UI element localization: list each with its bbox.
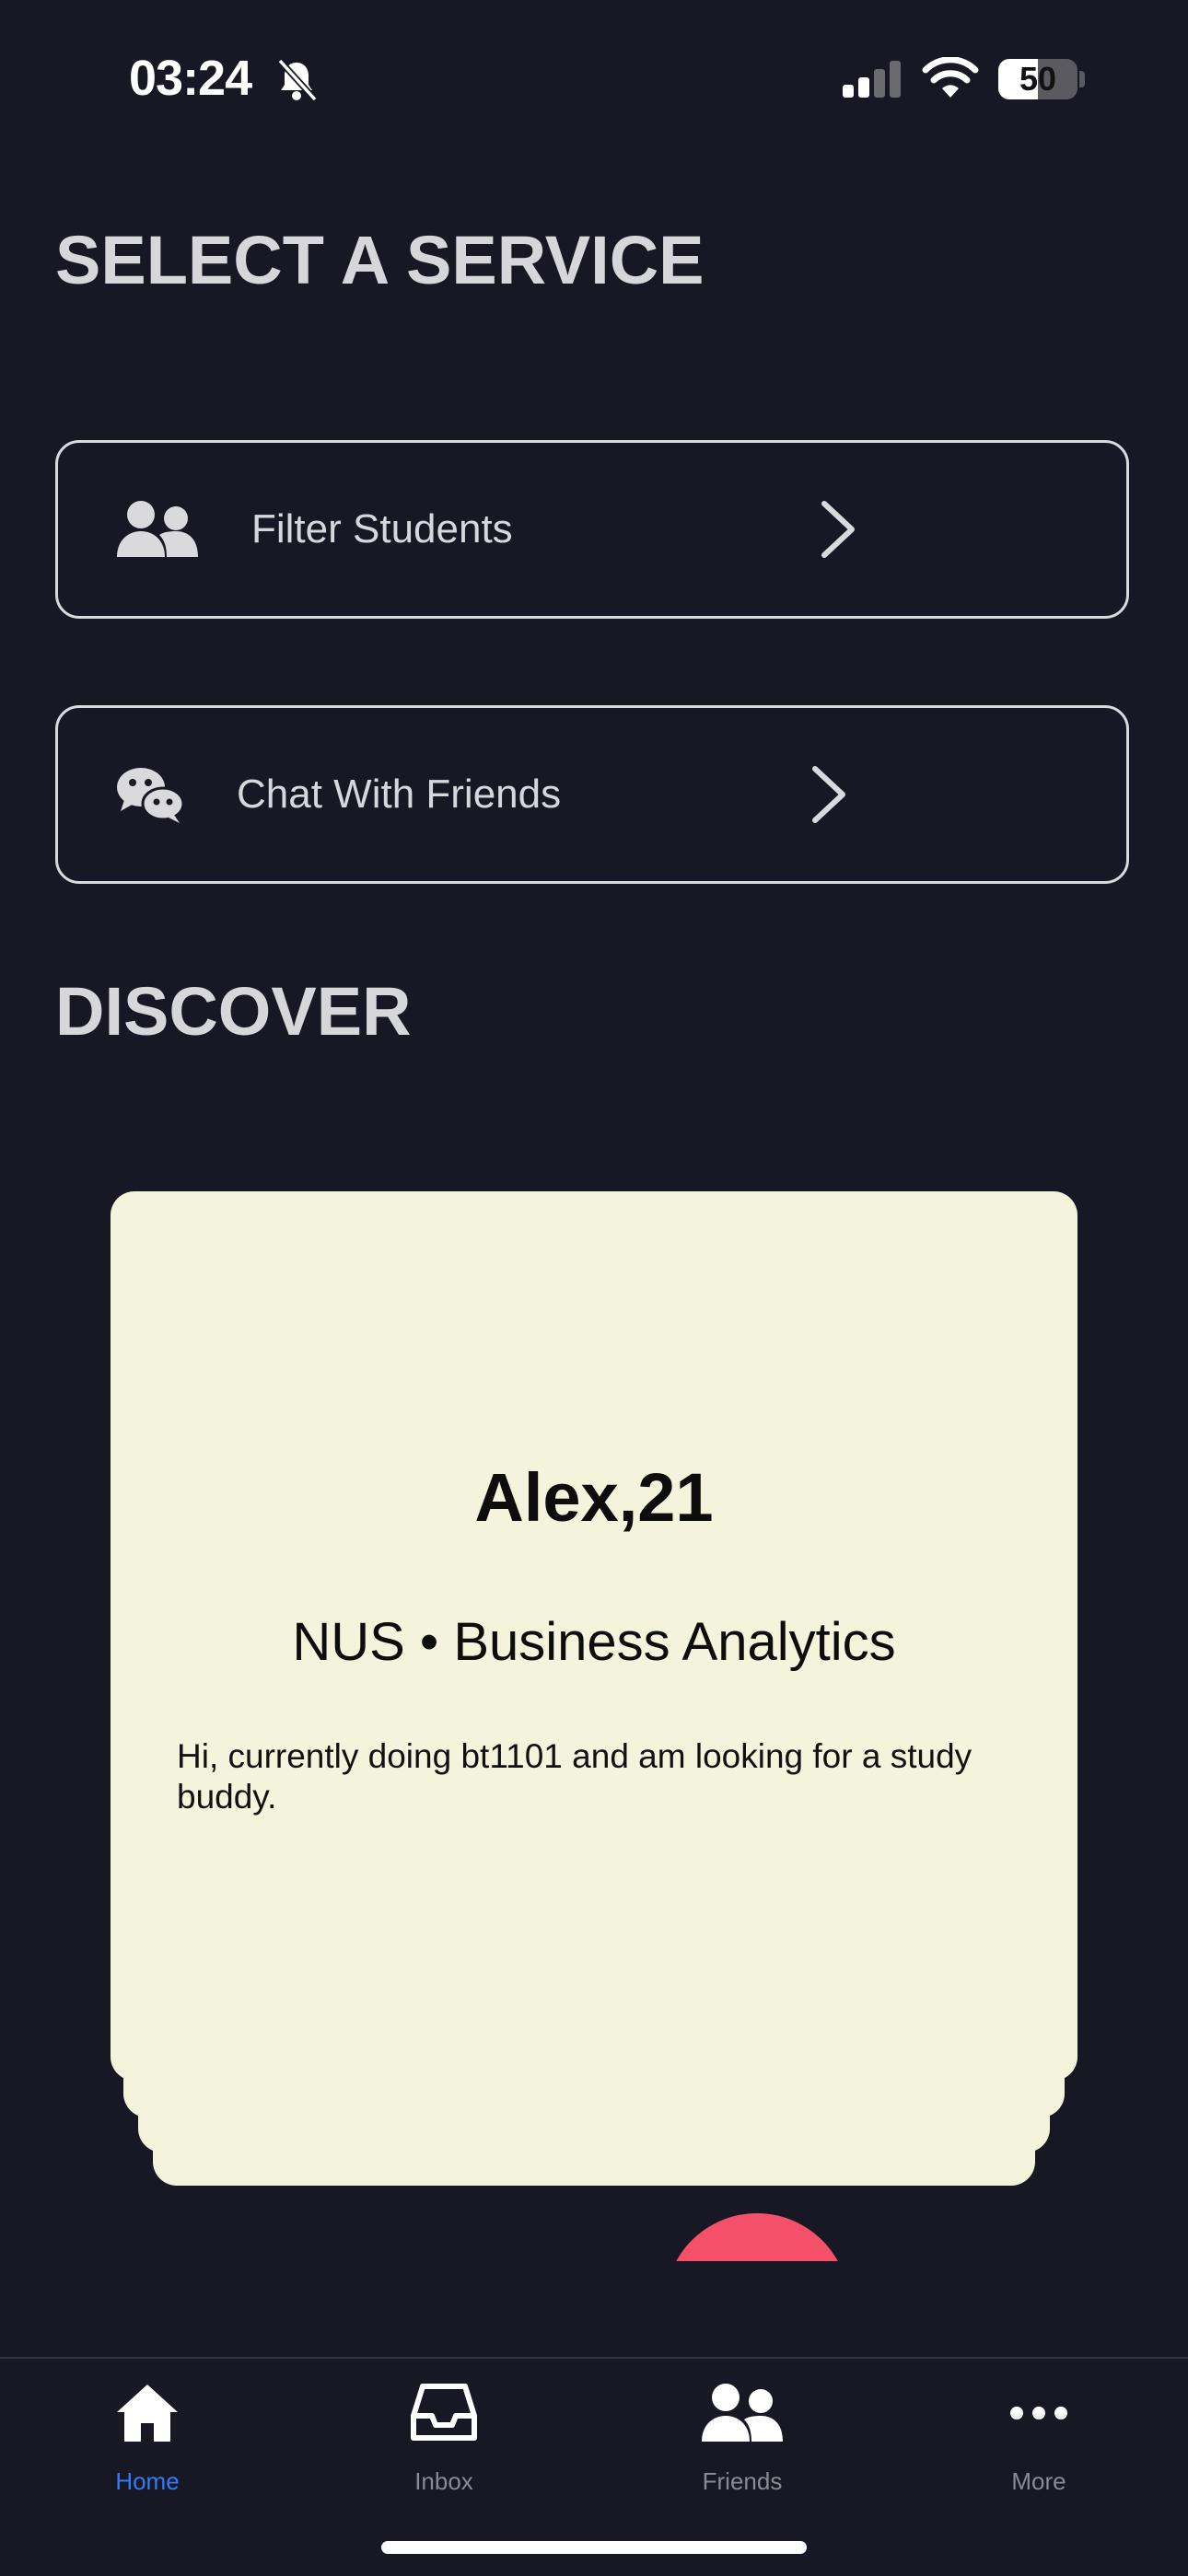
inbox-icon — [411, 2384, 477, 2441]
select-service-heading: SELECT A SERVICE — [55, 222, 705, 298]
chat-with-friends-button[interactable]: Chat With Friends — [55, 705, 1129, 884]
tab-inbox[interactable]: Inbox — [343, 2359, 545, 2515]
people-icon — [117, 501, 198, 557]
profile-name-age: Alex,21 — [474, 1459, 714, 1536]
wifi-icon — [922, 57, 979, 98]
like-button[interactable] — [665, 2213, 849, 2261]
wechat-icon — [117, 768, 185, 823]
chevron-right-icon — [821, 501, 855, 558]
more-icon — [1010, 2407, 1067, 2419]
battery-icon: 50 — [998, 59, 1077, 99]
profile-school-major: NUS • Business Analytics — [292, 1612, 896, 1672]
tab-home[interactable]: Home — [46, 2359, 249, 2515]
chevron-right-icon — [812, 766, 845, 823]
tab-friends-label: Friends — [702, 2467, 783, 2495]
tab-inbox-label: Inbox — [414, 2467, 473, 2495]
cellular-signal-icon — [843, 61, 902, 98]
home-indicator — [381, 2541, 807, 2554]
bell-muted-icon — [277, 58, 318, 102]
tab-home-label: Home — [115, 2467, 180, 2495]
profile-bio: Hi, currently doing bt1101 and am lookin… — [177, 1737, 973, 1816]
tab-more-label: More — [1011, 2467, 1066, 2495]
tab-more[interactable]: More — [938, 2359, 1140, 2515]
discover-heading: DISCOVER — [55, 973, 412, 1050]
status-time: 03:24 — [129, 51, 252, 106]
friends-icon — [702, 2384, 783, 2442]
tab-friends[interactable]: Friends — [641, 2359, 844, 2515]
home-icon — [117, 2385, 178, 2442]
battery-tip — [1079, 71, 1085, 87]
profile-card[interactable]: Alex,21 NUS • Business Analytics Hi, cur… — [111, 1191, 1077, 2081]
like-button-circle — [665, 2213, 849, 2261]
battery-percent: 50 — [1019, 60, 1057, 98]
filter-students-button[interactable]: Filter Students — [55, 440, 1129, 619]
filter-students-label: Filter Students — [251, 506, 513, 551]
chat-with-friends-label: Chat With Friends — [237, 772, 562, 817]
